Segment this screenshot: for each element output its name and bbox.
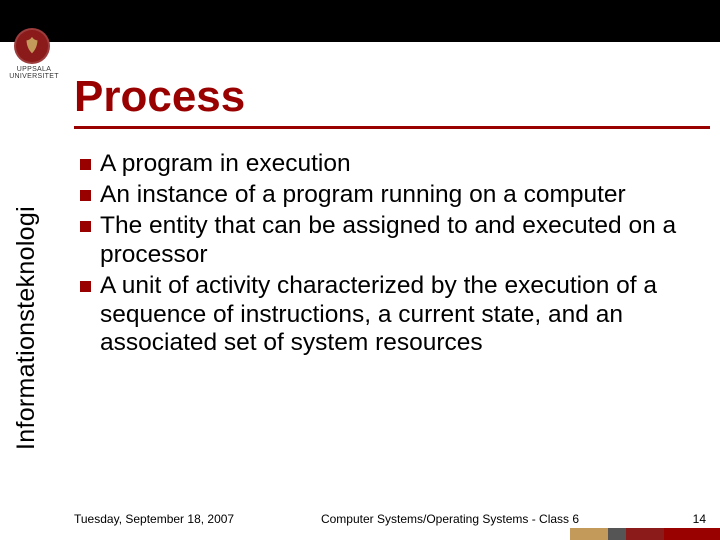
footer-page-number: 14 [656, 512, 706, 526]
slide-content: A program in execution An instance of a … [66, 150, 706, 360]
university-seal [14, 28, 50, 64]
university-name: UPPSALA UNIVERSITET [8, 66, 60, 81]
list-item: A program in execution [66, 150, 706, 179]
accent-stripes [570, 528, 720, 540]
seal-icon [21, 35, 43, 57]
sidebar-label: Informationsteknologi [12, 206, 41, 450]
footer-course: Computer Systems/Operating Systems - Cla… [244, 512, 656, 526]
footer-date: Tuesday, September 18, 2007 [74, 512, 244, 526]
slide-footer: Tuesday, September 18, 2007 Computer Sys… [74, 512, 706, 526]
university-name-top: UPPSALA [8, 66, 60, 73]
list-item: An instance of a program running on a co… [66, 181, 706, 210]
list-item: The entity that can be assigned to and e… [66, 212, 706, 270]
slide-title: Process [74, 72, 245, 122]
list-item: A unit of activity characterized by the … [66, 272, 706, 359]
university-name-bottom: UNIVERSITET [8, 73, 60, 80]
title-rule [74, 126, 710, 129]
bullet-list: A program in execution An instance of a … [66, 150, 706, 358]
top-bar [0, 0, 720, 42]
